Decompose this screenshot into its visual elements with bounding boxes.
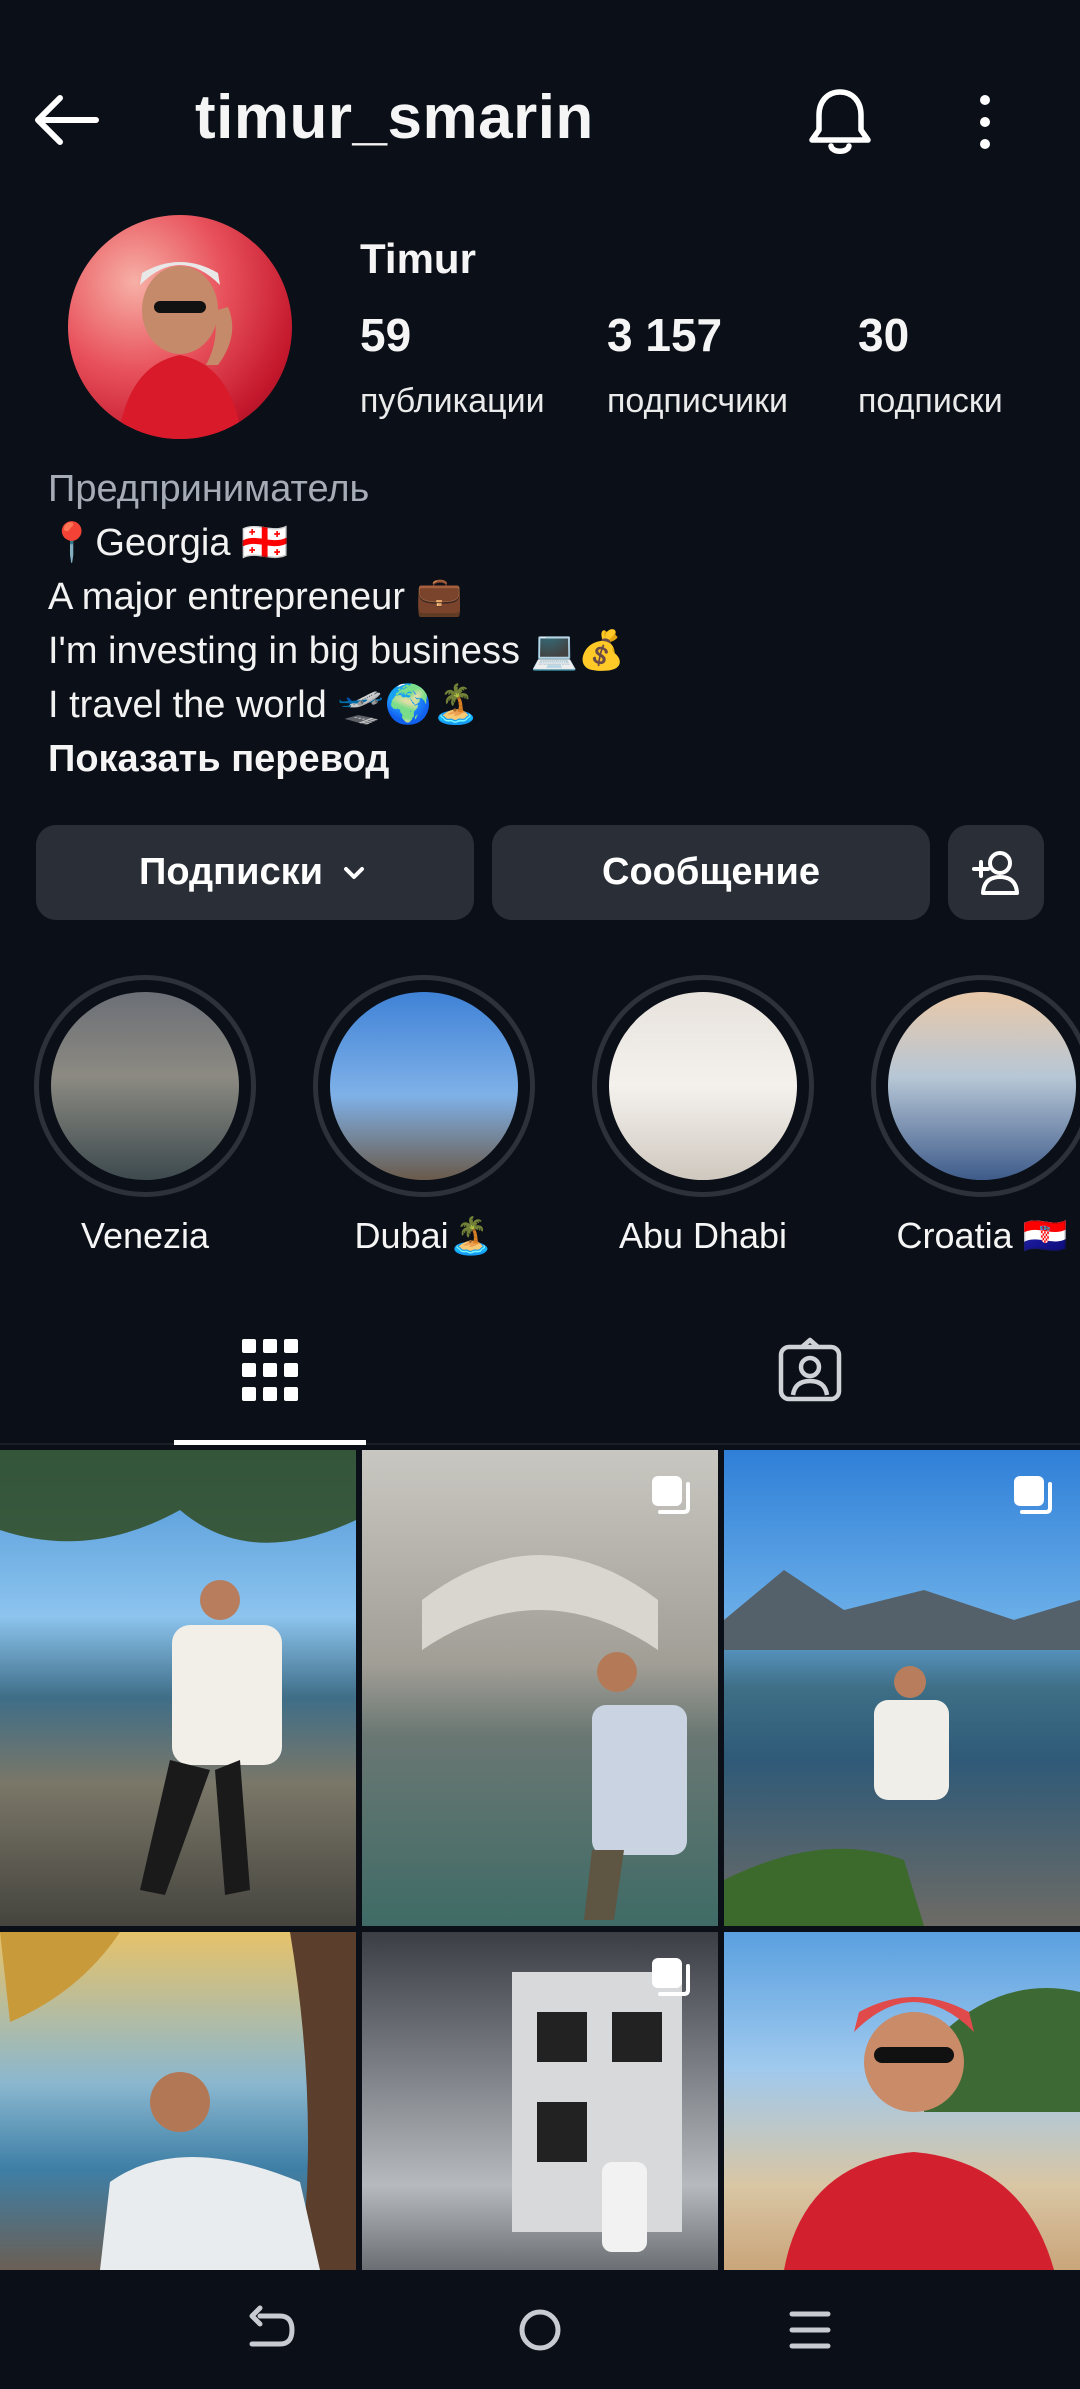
post-thumbnail[interactable] — [362, 1932, 718, 2270]
avatar-photo — [118, 262, 242, 439]
notifications-button[interactable] — [800, 82, 880, 162]
highlight-label: Dubai🏝️ — [354, 1215, 494, 1256]
following-button-label: Подписки — [139, 851, 323, 893]
post-thumbnail[interactable] — [0, 1450, 356, 1926]
post-photo — [422, 1555, 687, 1920]
multiple-photos-icon — [652, 1476, 690, 1514]
bell-icon — [809, 89, 871, 154]
profile-username: timur_smarin — [195, 83, 594, 152]
multiple-photos-icon — [1014, 1476, 1052, 1514]
post-thumbnail[interactable] — [362, 1450, 718, 1926]
highlight-croatia[interactable]: Croatia 🇭🇷 — [871, 975, 1080, 1257]
highlight-ring — [34, 975, 256, 1197]
stat-following-label: подписки — [858, 382, 1003, 420]
post-thumbnail[interactable] — [0, 1932, 356, 2270]
suggested-accounts-button[interactable] — [948, 825, 1044, 920]
post-photo — [0, 1932, 356, 2270]
highlight-cover — [888, 992, 1076, 1180]
message-button-label: Сообщение — [602, 851, 820, 893]
show-translation-link[interactable]: Показать перевод — [48, 732, 1038, 786]
tab-tagged[interactable] — [714, 1300, 906, 1445]
post-thumbnail[interactable] — [724, 1932, 1080, 2270]
stat-posts-label: публикации — [360, 382, 545, 420]
profile-tabs — [0, 1300, 1080, 1445]
home-circle-icon — [519, 2309, 561, 2351]
stat-followers[interactable]: 3 157 подписчики — [607, 312, 788, 421]
nav-home-button[interactable] — [500, 2290, 580, 2370]
more-vertical-icon — [980, 95, 990, 149]
stat-following-value: 30 — [858, 309, 910, 361]
stat-posts[interactable]: 59 публикации — [360, 312, 545, 421]
stat-followers-value: 3 157 — [607, 309, 723, 361]
highlight-dubai[interactable]: Dubai🏝️ — [313, 975, 535, 1257]
stat-posts-value: 59 — [360, 309, 412, 361]
nav-back-button[interactable] — [230, 2290, 310, 2370]
bio-line: 📍Georgia 🇬🇪 — [48, 522, 289, 564]
multiple-photos-icon — [652, 1958, 690, 1996]
back-gesture-icon — [249, 2305, 295, 2347]
stat-following[interactable]: 30 подписки — [858, 312, 1003, 421]
system-navigation-bar — [0, 2270, 1080, 2389]
nav-recents-button[interactable] — [770, 2290, 850, 2370]
post-thumbnail[interactable] — [724, 1450, 1080, 1926]
grid-icon — [242, 1339, 298, 1401]
highlight-ring — [871, 975, 1080, 1197]
highlight-cover — [51, 992, 239, 1180]
following-button[interactable]: Подписки — [36, 825, 474, 920]
bio-category: Предприниматель — [48, 468, 370, 510]
highlight-label: Croatia 🇭🇷 — [896, 1215, 1068, 1256]
stat-followers-label: подписчики — [607, 382, 789, 420]
highlight-cover — [330, 992, 518, 1180]
highlight-label: Venezia — [80, 1215, 210, 1256]
back-button[interactable] — [30, 90, 110, 150]
bio-line: I travel the world 🛫🌍🏝️ — [48, 684, 480, 726]
more-options-button[interactable] — [960, 82, 1010, 162]
post-photo — [784, 1988, 1080, 2270]
highlight-venezia[interactable]: Venezia — [34, 975, 256, 1257]
profile-avatar[interactable] — [68, 215, 292, 439]
arrow-left-icon — [35, 95, 99, 145]
profile-display-name: Timur — [360, 235, 476, 282]
message-button[interactable]: Сообщение — [492, 825, 930, 920]
menu-lines-icon — [789, 2311, 831, 2349]
highlight-label: Abu Dhabi — [618, 1215, 788, 1256]
bio-line: A major entrepreneur 💼 — [48, 576, 463, 618]
profile-bio: Предприниматель 📍Georgia 🇬🇪 A major entr… — [48, 462, 1038, 786]
post-photo — [724, 1570, 1080, 1926]
highlight-ring — [592, 975, 814, 1197]
bio-line: I'm investing in big business 💻💰 — [48, 630, 626, 672]
add-user-icon — [972, 850, 1019, 895]
highlight-abu-dhabi[interactable]: Abu Dhabi — [592, 975, 814, 1257]
post-photo — [0, 1450, 356, 1895]
tab-posts-grid[interactable] — [174, 1300, 366, 1445]
chevron-down-icon — [343, 866, 364, 879]
tagged-person-icon — [778, 1337, 842, 1402]
highlight-ring — [313, 975, 535, 1197]
highlight-cover — [609, 992, 797, 1180]
top-bar: timur_smarin — [0, 60, 1080, 180]
